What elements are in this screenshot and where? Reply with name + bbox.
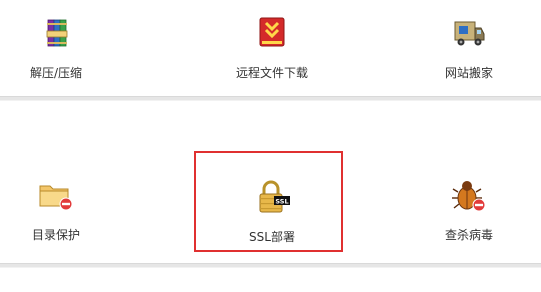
remote-download-label: 远程文件下载 (235, 66, 308, 80)
folder-forbidden-icon (36, 176, 76, 216)
ssl-badge-text: SSL (275, 197, 288, 205)
virus-scan-label: 查杀病毒 (444, 228, 493, 242)
dir-protect-tool[interactable]: 目录保护 (0, 176, 136, 242)
unzip-label: 解压/压缩 (29, 66, 83, 80)
dir-protect-label: 目录保护 (31, 228, 80, 242)
ssl-lock-icon: SSL (252, 178, 292, 218)
bug-forbidden-icon (449, 176, 489, 216)
ssl-deploy-tool[interactable]: SSL SSL部署 (192, 178, 352, 244)
site-move-tool[interactable]: 网站搬家 (389, 14, 541, 80)
archive-books-icon (36, 14, 76, 54)
section-divider (0, 263, 541, 268)
unzip-tool[interactable]: 解压/压缩 (0, 14, 136, 80)
virus-scan-tool[interactable]: 查杀病毒 (389, 176, 541, 242)
section-divider (0, 96, 541, 101)
moving-truck-icon (449, 14, 489, 54)
remote-download-tool[interactable]: 远程文件下载 (192, 14, 352, 80)
ssl-deploy-label: SSL部署 (249, 230, 295, 244)
site-move-label: 网站搬家 (444, 66, 493, 80)
download-arrow-icon (252, 14, 292, 54)
